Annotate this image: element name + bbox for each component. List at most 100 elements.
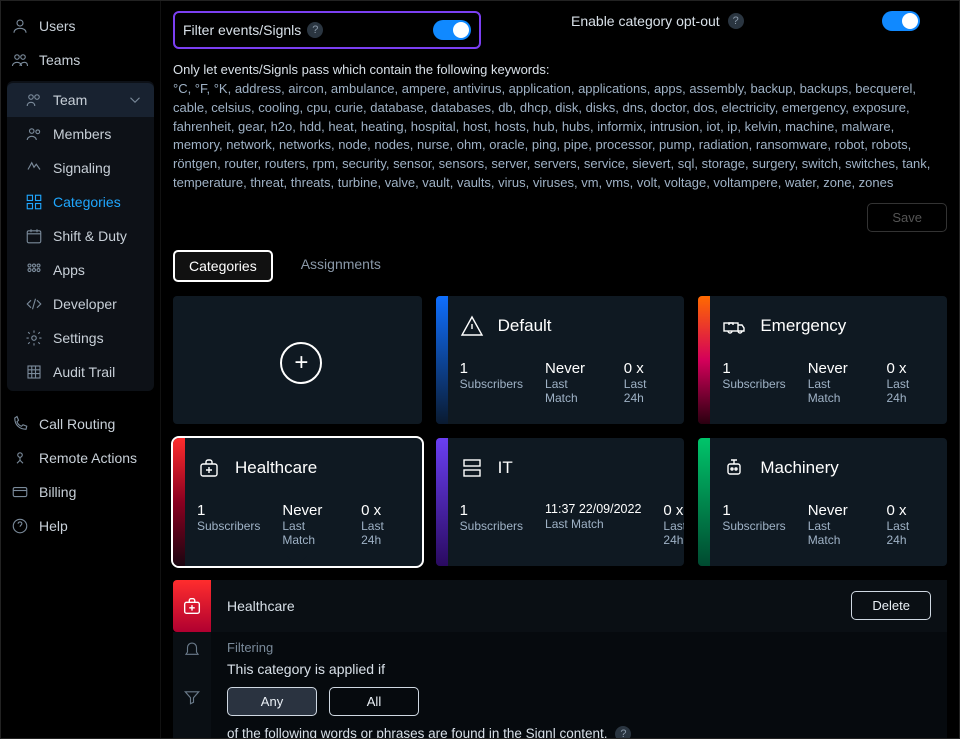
categories-icon: [25, 193, 43, 211]
card-stripe: [173, 438, 185, 566]
any-button[interactable]: Any: [227, 687, 317, 716]
card-title-text: Emergency: [760, 316, 846, 336]
nav-audit-trail[interactable]: Audit Trail: [7, 355, 154, 389]
category-filtering: AI Filtering This category is applied if…: [173, 632, 947, 738]
stat-value: Never: [808, 360, 865, 377]
bell-icon[interactable]: [183, 640, 201, 660]
stat-label: Last Match: [808, 377, 865, 405]
audit-icon: [25, 363, 43, 381]
nav-users[interactable]: Users: [1, 9, 160, 43]
stat-value: Never: [282, 502, 339, 519]
nav-team-head[interactable]: Team: [7, 83, 154, 117]
detail-title: Healthcare: [227, 598, 295, 614]
nav-settings[interactable]: Settings: [7, 321, 154, 355]
stat-value: 1: [722, 502, 785, 519]
stat-value: 1: [197, 502, 260, 519]
card-title-text: IT: [498, 458, 513, 478]
nav-categories[interactable]: Categories: [7, 185, 154, 219]
warning-icon: [460, 314, 484, 338]
delete-button[interactable]: Delete: [851, 591, 931, 620]
nav-help[interactable]: Help: [1, 509, 160, 543]
stat-label: Subscribers: [460, 519, 523, 533]
stat-label: Subscribers: [722, 377, 785, 391]
card-title-text: Healthcare: [235, 458, 317, 478]
tab-assignments[interactable]: Assignments: [287, 250, 395, 282]
stat-label: Subscribers: [460, 377, 523, 391]
phone-icon: [11, 415, 29, 433]
remote-icon: [11, 449, 29, 467]
plus-icon: +: [280, 342, 322, 384]
card-title-text: Default: [498, 316, 552, 336]
help-icon[interactable]: ?: [728, 13, 744, 29]
card-machinery[interactable]: Machinery 1Subscribers NeverLast Match 0…: [698, 438, 947, 566]
nav-signaling[interactable]: Signaling: [7, 151, 154, 185]
robot-icon: [722, 456, 746, 480]
nav-label: Signaling: [53, 160, 111, 176]
medkit-icon: [197, 456, 221, 480]
card-stripe: [436, 296, 448, 424]
stat-label: Subscribers: [722, 519, 785, 533]
card-healthcare[interactable]: Healthcare 1Subscribers NeverLast Match …: [173, 438, 422, 566]
stat-value: Never: [545, 360, 602, 377]
nav-developer[interactable]: Developer: [7, 287, 154, 321]
filter-events-toggle[interactable]: [433, 20, 471, 40]
filter-side-icons: AI: [173, 632, 211, 738]
teams-icon: [11, 51, 29, 69]
nav-label: Apps: [53, 262, 85, 278]
category-cards: + Default 1Subscribers NeverLast Match 0…: [173, 296, 947, 566]
stat-label: Subscribers: [197, 519, 260, 533]
chevron-down-icon: [126, 91, 144, 109]
nav-label: Categories: [53, 194, 121, 210]
stat-value: 0 x: [624, 360, 669, 377]
nav-apps[interactable]: Apps: [7, 253, 154, 287]
stat-value: 1: [460, 360, 523, 377]
nav-label: Team: [53, 92, 87, 108]
nav-billing[interactable]: Billing: [1, 475, 160, 509]
card-stripe: [698, 296, 710, 424]
help-icon[interactable]: ?: [615, 726, 631, 738]
optout-row: Enable category opt-out ?: [571, 11, 947, 31]
nav-call-routing[interactable]: Call Routing: [1, 407, 160, 441]
calendar-icon: [25, 227, 43, 245]
stat-value: 0 x: [361, 502, 406, 519]
stat-value: 1: [722, 360, 785, 377]
medkit-icon: [181, 595, 203, 617]
add-category-card[interactable]: +: [173, 296, 422, 424]
stat-label: Last 24h: [886, 519, 931, 547]
stat-value: 0 x: [886, 502, 931, 519]
main-content: Filter events/Signls ? Enable category o…: [161, 1, 959, 738]
all-button[interactable]: All: [329, 687, 419, 716]
card-title-text: Machinery: [760, 458, 838, 478]
help-icon[interactable]: ?: [307, 22, 323, 38]
user-icon: [11, 17, 29, 35]
card-stripe: [698, 438, 710, 566]
nav-label: Remote Actions: [39, 450, 137, 466]
stat-label: Last Match: [282, 519, 339, 547]
save-button[interactable]: Save: [867, 203, 947, 232]
filter-icon[interactable]: [183, 688, 201, 708]
nav-label: Audit Trail: [53, 364, 115, 380]
stat-value: 0 x: [663, 502, 684, 519]
billing-icon: [11, 483, 29, 501]
card-it[interactable]: IT 1Subscribers 11:37 22/09/2022Last Mat…: [436, 438, 685, 566]
card-default[interactable]: Default 1Subscribers NeverLast Match 0 x…: [436, 296, 685, 424]
applied-if-text: This category is applied if: [227, 661, 931, 677]
nav-label: Developer: [53, 296, 117, 312]
filter-events-highlight: Filter events/Signls ?: [173, 11, 481, 49]
nav-label: Shift & Duty: [53, 228, 127, 244]
card-emergency[interactable]: Emergency 1Subscribers NeverLast Match 0…: [698, 296, 947, 424]
nav-remote-actions[interactable]: Remote Actions: [1, 441, 160, 475]
nav-teams[interactable]: Teams: [1, 43, 160, 77]
optout-toggle[interactable]: [882, 11, 920, 31]
gear-icon: [25, 329, 43, 347]
nav-label: Members: [53, 126, 111, 142]
detail-stripe: [173, 580, 211, 632]
members-icon: [25, 125, 43, 143]
ai-tab[interactable]: AI: [186, 736, 198, 738]
nav-shift-duty[interactable]: Shift & Duty: [7, 219, 154, 253]
stat-label: Last 24h: [624, 377, 669, 405]
tabs: Categories Assignments: [173, 250, 947, 282]
nav-label: Settings: [53, 330, 104, 346]
tab-categories[interactable]: Categories: [173, 250, 273, 282]
nav-members[interactable]: Members: [7, 117, 154, 151]
